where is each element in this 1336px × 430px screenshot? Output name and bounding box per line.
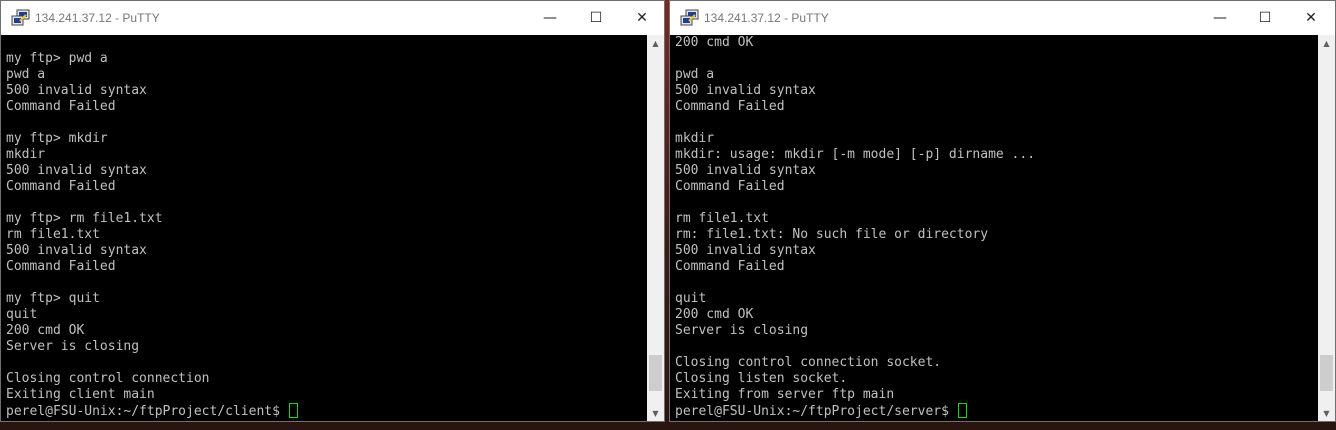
close-button[interactable]: ✕ [1288, 1, 1334, 35]
putty-window-server[interactable]: 134.241.37.12 - PuTTY — ☐ ✕ 200 cmd OK pw… [669, 0, 1336, 422]
vertical-scrollbar[interactable]: ▲ ▼ [647, 35, 664, 421]
terminal-line: Command Failed [675, 99, 785, 114]
putty-icon[interactable] [11, 9, 31, 27]
scroll-down-arrow-icon[interactable]: ▼ [647, 405, 664, 421]
shell-prompt: perel@FSU-Unix:~/ftpProject/server$ [675, 404, 957, 419]
terminal-line: quit [675, 291, 707, 306]
title-bar[interactable]: 134.241.37.12 - PuTTY — ☐ ✕ [670, 1, 1335, 35]
title-bar[interactable]: 134.241.37.12 - PuTTY — ☐ ✕ [1, 1, 664, 35]
terminal-line: Command Failed [675, 259, 785, 274]
scroll-up-arrow-icon[interactable]: ▲ [647, 35, 664, 51]
window-title: 134.241.37.12 - PuTTY [704, 11, 829, 25]
terminal-line: Command Failed [6, 99, 116, 114]
terminal-line: Command Failed [675, 179, 785, 194]
scroll-up-arrow-icon[interactable]: ▲ [1318, 35, 1335, 51]
shell-prompt-line[interactable]: perel@FSU-Unix:~/ftpProject/client$ [1, 403, 647, 419]
terminal-line: Command Failed [6, 179, 116, 194]
shell-prompt-line[interactable]: perel@FSU-Unix:~/ftpProject/server$ [670, 403, 1318, 419]
terminal-line: 200 cmd OK [675, 307, 754, 322]
terminal-line: Exiting client main [6, 387, 155, 402]
terminal-line: Server is closing [675, 323, 809, 338]
terminal-line: 500 invalid syntax [675, 243, 816, 258]
text-cursor [957, 403, 967, 418]
terminal-line: my ftp> rm file1.txt [6, 211, 163, 226]
terminal-line: Closing control connection socket. [675, 355, 942, 370]
maximize-button[interactable]: ☐ [573, 1, 619, 35]
terminal-line: 500 invalid syntax [6, 83, 147, 98]
terminal-line: 200 cmd OK [675, 35, 754, 50]
window-title: 134.241.37.12 - PuTTY [35, 11, 160, 25]
terminal-line: 500 invalid syntax [6, 163, 147, 178]
terminal-line: my ftp> mkdir [6, 131, 108, 146]
terminal-line: 500 invalid syntax [6, 243, 147, 258]
scroll-down-arrow-icon[interactable]: ▼ [1318, 405, 1335, 421]
terminal-line: mkdir: usage: mkdir [-m mode] [-p] dirna… [675, 147, 1036, 162]
terminal-line: Closing control connection [6, 371, 210, 386]
terminal-line: Exiting from server ftp main [675, 387, 895, 402]
text-cursor [288, 403, 298, 418]
terminal-line: 500 invalid syntax [675, 83, 816, 98]
terminal-line: pwd a [675, 67, 715, 82]
terminal-line: pwd a [6, 67, 46, 82]
scrollbar-thumb[interactable] [649, 355, 662, 391]
putty-icon[interactable] [680, 9, 700, 27]
terminal-line: rm file1.txt [675, 211, 769, 226]
putty-window-client[interactable]: 134.241.37.12 - PuTTY — ☐ ✕ my ftp> pwd … [0, 0, 665, 422]
terminal-line: 500 invalid syntax [675, 163, 816, 178]
terminal-line: quit [6, 307, 38, 322]
minimize-button[interactable]: — [1197, 1, 1243, 35]
terminal-line: mkdir [6, 147, 46, 162]
terminal-line: Closing listen socket. [675, 371, 848, 386]
terminal-line: my ftp> quit [6, 291, 100, 306]
minimize-button[interactable]: — [527, 1, 573, 35]
vertical-scrollbar[interactable]: ▲ ▼ [1318, 35, 1335, 421]
terminal-line: my ftp> pwd a [6, 51, 108, 66]
close-button[interactable]: ✕ [619, 1, 665, 35]
terminal-line: Server is closing [6, 339, 140, 354]
terminal-line: rm file1.txt [6, 227, 100, 242]
terminal-output[interactable]: 200 cmd OK pwd a 500 invalid syntax Command… [670, 35, 1318, 421]
maximize-button[interactable]: ☐ [1242, 1, 1288, 35]
scrollbar-thumb[interactable] [1320, 355, 1333, 391]
terminal-line: rm: file1.txt: No such file or directory [675, 227, 989, 242]
terminal-line: 200 cmd OK [6, 323, 85, 338]
terminal-line: mkdir [675, 131, 715, 146]
terminal-output[interactable]: my ftp> pwd a pwd a 500 invalid syntax Comm… [1, 35, 647, 421]
terminal-line: Command Failed [6, 259, 116, 274]
shell-prompt: perel@FSU-Unix:~/ftpProject/client$ [6, 404, 288, 419]
